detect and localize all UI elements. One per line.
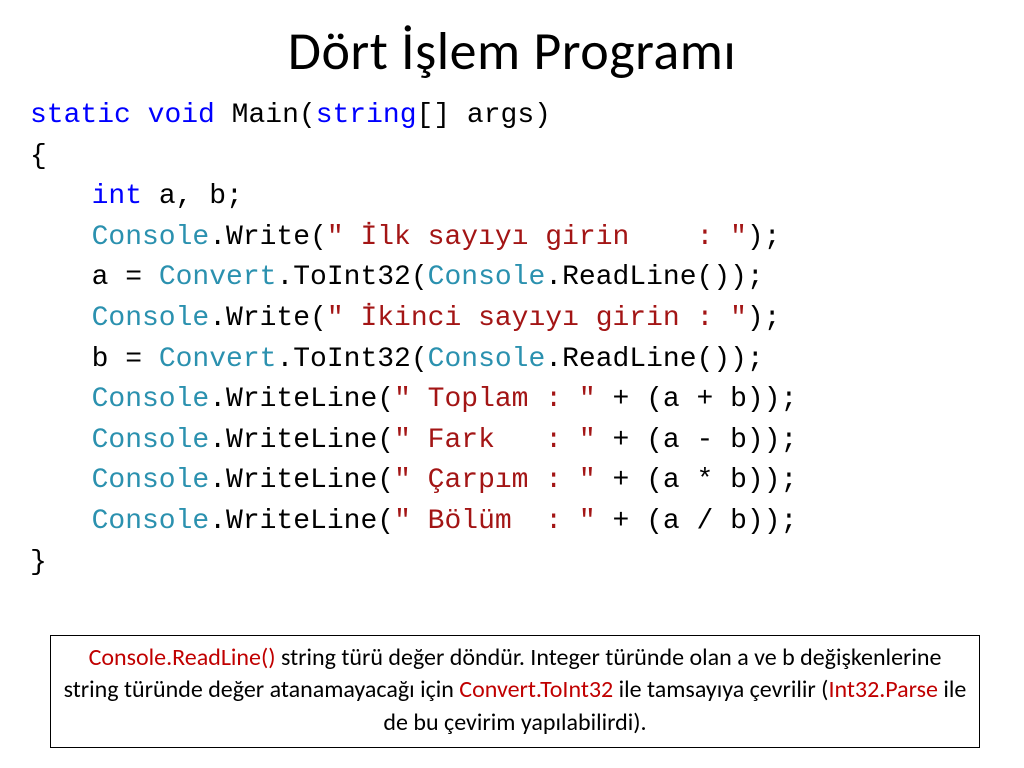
string-literal: " Bölüm : ": [394, 506, 596, 537]
keyword-static: static: [30, 100, 131, 131]
code-text: .ReadLine());: [545, 262, 763, 293]
type-console: Console: [92, 506, 210, 537]
note-highlight: Int32.Parse: [828, 675, 938, 704]
type-console: Console: [428, 344, 546, 375]
code-text: );: [747, 222, 781, 253]
note-box: Console.ReadLine() string türü değer dön…: [50, 635, 980, 748]
code-block: static void Main(string[] args) { int a,…: [30, 96, 994, 583]
note-text: ile tamsayıya çevrilir (: [613, 675, 828, 704]
string-literal: " İkinci sayıyı girin : ": [327, 303, 747, 334]
code-text: .WriteLine(: [209, 465, 394, 496]
code-text: + (a + b));: [596, 384, 798, 415]
note-highlight: Console.ReadLine(): [89, 643, 276, 672]
string-literal: " Çarpım : ": [394, 465, 596, 496]
code-text: [] args): [417, 100, 551, 131]
type-convert: Convert: [159, 344, 277, 375]
code-text: a, b;: [142, 181, 243, 212]
type-console: Console: [92, 303, 210, 334]
code-text: b =: [92, 344, 159, 375]
keyword-void: void: [148, 100, 215, 131]
code-text: a =: [92, 262, 159, 293]
type-console: Console: [428, 262, 546, 293]
code-text: .WriteLine(: [209, 506, 394, 537]
code-text: + (a - b));: [596, 425, 798, 456]
brace-close: }: [30, 547, 47, 578]
code-text: .Write(: [209, 222, 327, 253]
type-console: Console: [92, 425, 210, 456]
note-highlight: Convert.ToInt32: [459, 675, 613, 704]
code-text: .Write(: [209, 303, 327, 334]
slide-title: Dört İşlem Programı: [30, 18, 994, 84]
string-literal: " Fark : ": [394, 425, 596, 456]
type-console: Console: [92, 222, 210, 253]
slide: Dört İşlem Programı static void Main(str…: [0, 0, 1024, 768]
type-console: Console: [92, 384, 210, 415]
code-text: .WriteLine(: [209, 384, 394, 415]
code-text: );: [747, 303, 781, 334]
type-console: Console: [92, 465, 210, 496]
brace-open: {: [30, 141, 47, 172]
type-convert: Convert: [159, 262, 277, 293]
code-text: .ToInt32(: [276, 262, 427, 293]
keyword-string: string: [316, 100, 417, 131]
code-text: Main(: [215, 100, 316, 131]
code-text: + (a / b));: [596, 506, 798, 537]
code-text: + (a * b));: [596, 465, 798, 496]
code-text: .ReadLine());: [545, 344, 763, 375]
string-literal: " Toplam : ": [394, 384, 596, 415]
code-text: .WriteLine(: [209, 425, 394, 456]
keyword-int: int: [92, 181, 142, 212]
code-text: .ToInt32(: [276, 344, 427, 375]
string-literal: " İlk sayıyı girin : ": [327, 222, 747, 253]
